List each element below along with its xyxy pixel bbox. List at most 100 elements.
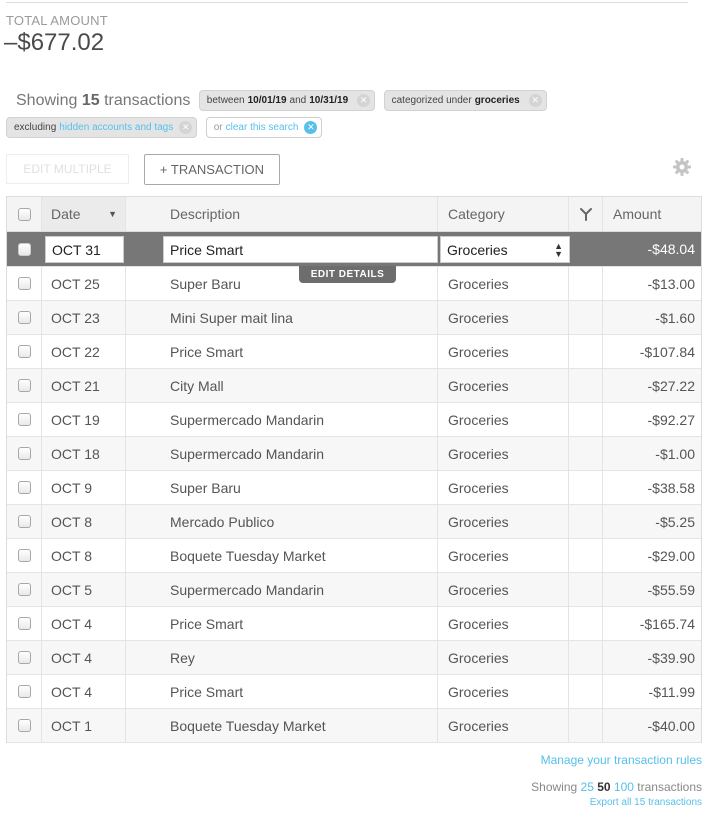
add-transaction-button[interactable]: + TRANSACTION bbox=[144, 154, 280, 185]
table-row[interactable]: OCT 4 Rey Groceries -$39.90 bbox=[7, 641, 701, 675]
table-row[interactable]: OCT 22 Price Smart Groceries -$107.84 bbox=[7, 335, 701, 369]
date-cell[interactable]: OCT 23 bbox=[42, 301, 126, 334]
amount-cell[interactable]: -$55.59 bbox=[603, 573, 703, 606]
description-cell[interactable]: Price Smart bbox=[126, 675, 438, 708]
amount-cell[interactable]: -$40.00 bbox=[603, 709, 703, 742]
table-row[interactable]: OCT 4 Price Smart Groceries -$11.99 bbox=[7, 675, 701, 709]
category-cell[interactable]: Groceries bbox=[438, 369, 569, 402]
table-row[interactable]: OCT 5 Supermercado Mandarin Groceries -$55.… bbox=[7, 573, 701, 607]
select-all-checkbox[interactable] bbox=[17, 207, 31, 221]
date-range-filter-chip[interactable]: between 10/01/19 and 10/31/19 ✕ bbox=[198, 90, 376, 111]
remove-filter-icon[interactable]: ✕ bbox=[357, 94, 371, 107]
row-checkbox[interactable] bbox=[17, 242, 31, 256]
row-checkbox[interactable] bbox=[17, 617, 31, 630]
date-cell[interactable]: OCT 4 bbox=[42, 641, 126, 674]
description-cell[interactable]: Rey bbox=[126, 641, 438, 674]
row-checkbox[interactable] bbox=[17, 277, 31, 290]
category-cell[interactable]: Groceries bbox=[438, 301, 569, 334]
amount-cell[interactable]: -$1.60 bbox=[603, 301, 703, 334]
amount-cell[interactable]: -$165.74 bbox=[603, 607, 703, 640]
description-cell[interactable]: Mini Super mait lina bbox=[126, 301, 438, 334]
amount-cell[interactable]: -$13.00 bbox=[603, 267, 703, 300]
description-cell[interactable]: Price Smart bbox=[126, 607, 438, 640]
description-cell[interactable]: Price Smart bbox=[126, 335, 438, 368]
row-checkbox[interactable] bbox=[17, 515, 31, 528]
category-cell[interactable]: Groceries bbox=[438, 505, 569, 538]
date-cell[interactable]: OCT 19 bbox=[42, 403, 126, 436]
table-row[interactable]: OCT 1 Boquete Tuesday Market Groceries -$40… bbox=[7, 709, 701, 743]
category-cell[interactable]: Groceries bbox=[438, 573, 569, 606]
amount-cell[interactable]: -$11.99 bbox=[603, 675, 703, 708]
date-cell[interactable]: OCT 8 bbox=[42, 505, 126, 538]
row-checkbox[interactable] bbox=[17, 311, 31, 324]
amount-cell[interactable]: -$1.00 bbox=[603, 437, 703, 470]
row-checkbox[interactable] bbox=[17, 583, 31, 596]
excluding-filter-chip[interactable]: excluding hidden accounts and tags ✕ bbox=[6, 117, 198, 138]
amount-cell[interactable]: -$29.00 bbox=[603, 539, 703, 572]
description-cell[interactable]: Supermercado Mandarin bbox=[126, 403, 438, 436]
manage-rules-link[interactable]: Manage your transaction rules bbox=[541, 753, 702, 767]
amount-cell[interactable]: -$38.58 bbox=[603, 471, 703, 504]
remove-filter-icon[interactable]: ✕ bbox=[528, 94, 542, 107]
description-cell[interactable]: Boquete Tuesday Market bbox=[126, 709, 438, 742]
date-cell[interactable]: OCT 9 bbox=[42, 471, 126, 504]
description-cell[interactable]: Mercado Publico bbox=[126, 505, 438, 538]
clear-search-link[interactable]: clear this search bbox=[226, 122, 299, 133]
category-cell[interactable]: Groceries bbox=[438, 675, 569, 708]
page-size-100[interactable]: 100 bbox=[614, 780, 634, 794]
description-cell[interactable]: City Mall bbox=[126, 369, 438, 402]
table-row[interactable]: OCT 19 Supermercado Mandarin Groceries -$92… bbox=[7, 403, 701, 437]
date-cell[interactable]: OCT 8 bbox=[42, 539, 126, 572]
remove-filter-icon[interactable]: ✕ bbox=[179, 121, 193, 134]
category-cell[interactable]: Groceries bbox=[438, 403, 569, 436]
category-filter-chip[interactable]: categorized under groceries ✕ bbox=[383, 90, 547, 111]
category-cell[interactable]: Groceries bbox=[438, 335, 569, 368]
edit-multiple-button[interactable]: EDIT MULTIPLE bbox=[6, 154, 129, 184]
row-checkbox[interactable] bbox=[17, 345, 31, 358]
category-cell[interactable]: Groceries bbox=[438, 641, 569, 674]
date-cell[interactable]: OCT 18 bbox=[42, 437, 126, 470]
table-row[interactable]: OCT 23 Mini Super mait lina Groceries -$1.6… bbox=[7, 301, 701, 335]
category-cell[interactable]: Groceries bbox=[438, 539, 569, 572]
clear-circle-icon[interactable]: ✕ bbox=[304, 121, 318, 134]
row-checkbox[interactable] bbox=[17, 379, 31, 392]
date-cell[interactable]: OCT 4 bbox=[42, 607, 126, 640]
description-cell[interactable]: Boquete Tuesday Market bbox=[126, 539, 438, 572]
row-checkbox[interactable] bbox=[17, 685, 31, 698]
date-cell[interactable]: OCT 5 bbox=[42, 573, 126, 606]
table-row[interactable]: OCT 18 Supermercado Mandarin Groceries -$1.… bbox=[7, 437, 701, 471]
description-cell[interactable]: Supermercado Mandarin bbox=[126, 573, 438, 606]
selected-transaction-row[interactable]: OCT 31 Price Smart Groceries ▲ ▼ -$48.04 bbox=[7, 232, 701, 267]
date-cell[interactable]: OCT 22 bbox=[42, 335, 126, 368]
amount-cell[interactable]: -$107.84 bbox=[603, 335, 703, 368]
description-field[interactable]: Price Smart bbox=[163, 236, 438, 263]
description-cell[interactable]: Super Baru bbox=[126, 471, 438, 504]
sort-down-icon[interactable]: ▼ bbox=[108, 209, 117, 219]
description-column-header[interactable]: Description bbox=[126, 197, 438, 231]
category-cell[interactable]: Groceries bbox=[438, 471, 569, 504]
split-icon[interactable] bbox=[579, 207, 593, 221]
row-checkbox[interactable] bbox=[17, 481, 31, 494]
gear-icon[interactable] bbox=[672, 157, 692, 177]
table-row[interactable]: OCT 8 Boquete Tuesday Market Groceries -$29… bbox=[7, 539, 701, 573]
row-checkbox[interactable] bbox=[17, 549, 31, 562]
date-cell[interactable]: OCT 1 bbox=[42, 709, 126, 742]
category-cell[interactable]: Groceries bbox=[438, 607, 569, 640]
row-checkbox[interactable] bbox=[17, 447, 31, 460]
table-row[interactable]: OCT 8 Mercado Publico Groceries -$5.25 bbox=[7, 505, 701, 539]
row-checkbox[interactable] bbox=[17, 651, 31, 664]
table-row[interactable]: OCT 9 Super Baru Groceries -$38.58 bbox=[7, 471, 701, 505]
table-row[interactable]: OCT 4 Price Smart Groceries -$165.74 bbox=[7, 607, 701, 641]
amount-cell[interactable]: -$27.22 bbox=[603, 369, 703, 402]
clear-search-chip[interactable]: or clear this search ✕ bbox=[205, 117, 323, 138]
category-cell[interactable]: Groceries bbox=[438, 267, 569, 300]
date-field[interactable]: OCT 31 bbox=[45, 236, 124, 263]
hidden-accounts-link[interactable]: hidden accounts and tags bbox=[59, 122, 173, 133]
page-size-50[interactable]: 50 bbox=[597, 780, 610, 794]
date-cell[interactable]: OCT 4 bbox=[42, 675, 126, 708]
amount-cell[interactable]: -$39.90 bbox=[603, 641, 703, 674]
date-cell[interactable]: OCT 21 bbox=[42, 369, 126, 402]
row-checkbox[interactable] bbox=[17, 413, 31, 426]
category-column-header[interactable]: Category bbox=[438, 197, 569, 231]
edit-details-button[interactable]: EDIT DETAILS bbox=[299, 266, 396, 283]
